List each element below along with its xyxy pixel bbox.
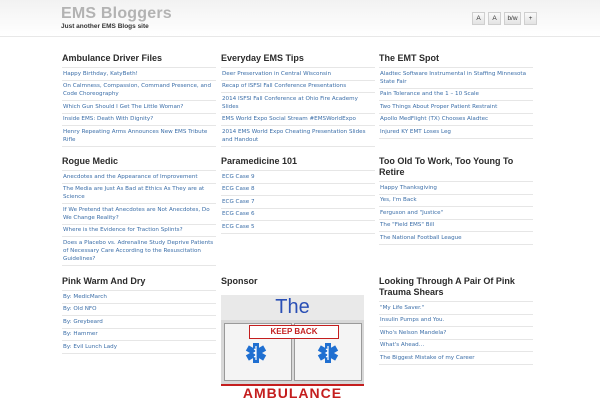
post-list: Deer Preservation in Central Wisconsin R… bbox=[221, 67, 375, 147]
post-link[interactable]: On Calmness, Compassion, Command Presenc… bbox=[62, 81, 216, 101]
keep-back-banner: KEEP BACK bbox=[249, 325, 339, 339]
post-link[interactable]: Happy Thanksgiving bbox=[379, 182, 533, 195]
post-list: Aladtec Software Instrumental in Staffin… bbox=[379, 67, 533, 139]
post-link[interactable]: Injured KY EMT Loses Leg bbox=[379, 126, 533, 139]
post-link[interactable]: ECG Case 7 bbox=[221, 196, 375, 209]
widget-paramedicine-101: Paramedicine 101 ECG Case 9 ECG Case 8 E… bbox=[221, 156, 375, 234]
post-link[interactable]: The Biggest Mistake of my Career bbox=[379, 352, 533, 365]
widget-title: Sponsor bbox=[221, 276, 258, 286]
site-header: EMS Bloggers Just another EMS Blogs site… bbox=[0, 0, 600, 37]
post-link[interactable]: The National Football League bbox=[379, 232, 533, 245]
font-reset-button[interactable]: A bbox=[488, 12, 501, 25]
post-link[interactable]: The Media are Just As Bad at Ethics As T… bbox=[62, 184, 216, 204]
widget-title: Everyday EMS Tips bbox=[221, 53, 304, 63]
post-link[interactable]: By: Greybeard bbox=[62, 316, 216, 329]
post-link[interactable]: Happy Birthday, KatyBeth! bbox=[62, 68, 216, 81]
font-size-controls: A A b/w + bbox=[472, 12, 537, 25]
post-link[interactable]: 2014 ISFSI Fall Conference at Ohio Fire … bbox=[221, 93, 375, 114]
post-link[interactable]: Where is the Evidence for Traction Splin… bbox=[62, 225, 216, 237]
post-link[interactable]: Deer Preservation in Central Wisconsin bbox=[221, 68, 375, 81]
post-link[interactable]: ECG Case 9 bbox=[221, 171, 375, 184]
font-decrease-button[interactable]: A bbox=[472, 12, 485, 25]
post-list: "My Life Saver." Insulin Pumps and You. … bbox=[379, 301, 533, 365]
post-link[interactable]: "My Life Saver." bbox=[379, 302, 533, 315]
post-link[interactable]: Yes, I'm Back bbox=[379, 195, 533, 207]
star-of-life-icon bbox=[245, 343, 267, 363]
widget-title: Paramedicine 101 bbox=[221, 156, 298, 166]
post-link[interactable]: Two Things About Proper Patient Restrain… bbox=[379, 101, 533, 114]
post-link[interactable]: ECG Case 8 bbox=[221, 184, 375, 196]
post-link[interactable]: Apollo MedFlight (TX) Chooses Aladtec bbox=[379, 114, 533, 126]
post-link[interactable]: Ferguson and "Justice" bbox=[379, 207, 533, 220]
post-list: Anecdotes and the Appearance of Improvem… bbox=[62, 170, 216, 266]
post-list: Happy Thanksgiving Yes, I'm Back Ferguso… bbox=[379, 181, 533, 245]
font-increase-button[interactable]: + bbox=[524, 12, 537, 25]
widget-title: Rogue Medic bbox=[62, 156, 119, 166]
post-link[interactable]: By: Old NFO bbox=[62, 304, 216, 316]
star-of-life-icon bbox=[317, 343, 339, 363]
post-list: By: MedicMarch By: Old NFO By: Greybeard… bbox=[62, 290, 216, 354]
widget-pink-trauma-shears: Looking Through A Pair Of Pink Trauma Sh… bbox=[379, 276, 533, 365]
widget-pink-warm-and-dry: Pink Warm And Dry By: MedicMarch By: Old… bbox=[62, 276, 216, 354]
widget-everyday-ems-tips: Everyday EMS Tips Deer Preservation in C… bbox=[221, 53, 375, 147]
post-link[interactable]: Recap of ISFSI Fall Conference Presentat… bbox=[221, 81, 375, 93]
contrast-toggle-button[interactable]: b/w bbox=[504, 12, 521, 25]
post-link[interactable]: Pain Tolerance and the 1 – 10 Scale bbox=[379, 89, 533, 101]
post-link[interactable]: Which Gun Should I Get The Little Woman? bbox=[62, 101, 216, 114]
post-link[interactable]: Aladtec Software Instrumental in Staffin… bbox=[379, 68, 533, 89]
widget-title: Looking Through A Pair Of Pink Trauma Sh… bbox=[379, 276, 515, 297]
post-link[interactable]: EMS World Expo Social Stream #EMSWorldEx… bbox=[221, 114, 375, 126]
post-link[interactable]: By: MedicMarch bbox=[62, 291, 216, 304]
site-title[interactable]: EMS Bloggers bbox=[61, 5, 172, 23]
post-link[interactable]: By: Evil Lunch Lady bbox=[62, 341, 216, 354]
widget-too-old-to-work: Too Old To Work, Too Young To Retire Hap… bbox=[379, 156, 533, 245]
post-link[interactable]: If We Pretend that Anecdotes are Not Ane… bbox=[62, 204, 216, 225]
widget-rogue-medic: Rogue Medic Anecdotes and the Appearance… bbox=[62, 156, 216, 266]
sponsor-ad-image[interactable]: The KEEP BACK AMBULANCE bbox=[221, 295, 364, 400]
post-list: Happy Birthday, KatyBeth! On Calmness, C… bbox=[62, 67, 216, 147]
post-link[interactable]: What's Ahead… bbox=[379, 340, 533, 352]
post-link[interactable]: Who's Nelson Mandela? bbox=[379, 327, 533, 340]
post-link[interactable]: ECG Case 6 bbox=[221, 209, 375, 221]
widget-title: Pink Warm And Dry bbox=[62, 276, 146, 286]
site-tagline: Just another EMS Blogs site bbox=[61, 23, 149, 30]
post-link[interactable]: By: Hammer bbox=[62, 329, 216, 341]
ambulance-rear-graphic: KEEP BACK AMBULANCE bbox=[221, 320, 364, 400]
post-link[interactable]: The "Field EMS" Bill bbox=[379, 220, 533, 232]
post-link[interactable]: Inside EMS: Death With Dignity? bbox=[62, 114, 216, 126]
post-list: ECG Case 9 ECG Case 8 ECG Case 7 ECG Cas… bbox=[221, 170, 375, 234]
post-link[interactable]: Anecdotes and the Appearance of Improvem… bbox=[62, 171, 216, 184]
widget-ambulance-driver-files: Ambulance Driver Files Happy Birthday, K… bbox=[62, 53, 216, 147]
widget-title: Ambulance Driver Files bbox=[62, 53, 163, 63]
post-link[interactable]: 2014 EMS World Expo Cheating Presentatio… bbox=[221, 126, 375, 147]
ambulance-lettering: AMBULANCE bbox=[242, 385, 343, 400]
widget-title: The EMT Spot bbox=[379, 53, 439, 63]
post-link[interactable]: Insulin Pumps and You. bbox=[379, 315, 533, 327]
widget-the-emt-spot: The EMT Spot Aladtec Software Instrument… bbox=[379, 53, 533, 139]
post-link[interactable]: Henry Repeating Arms Announces New EMS T… bbox=[62, 126, 216, 147]
widget-sponsor: Sponsor bbox=[221, 276, 375, 290]
sponsor-headline: The bbox=[275, 296, 310, 318]
widget-title: Too Old To Work, Too Young To Retire bbox=[379, 156, 514, 177]
post-link[interactable]: Does a Placebo vs. Adrenaline Study Depr… bbox=[62, 237, 216, 266]
post-link[interactable]: ECG Case 5 bbox=[221, 221, 375, 234]
